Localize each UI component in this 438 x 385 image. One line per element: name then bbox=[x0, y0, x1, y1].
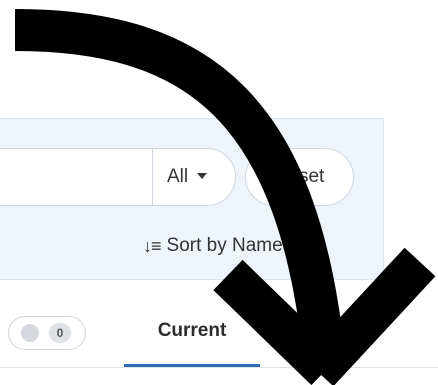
tab-current-label: Current bbox=[157, 320, 227, 341]
tabs-row: 0 Current Archived bbox=[0, 296, 438, 376]
divider bbox=[0, 367, 438, 368]
scope-dropdown-label: All bbox=[167, 166, 189, 187]
caret-down-icon bbox=[291, 243, 302, 249]
count-badge: 0 bbox=[49, 323, 71, 343]
page: All Reset ↓≡ Sort by Name 0 Current Arch… bbox=[0, 0, 438, 385]
sort-descending-icon: ↓≡ bbox=[143, 235, 161, 256]
sort-dropdown[interactable]: ↓≡ Sort by Name bbox=[143, 232, 302, 260]
tab-archived-label: Archived bbox=[300, 320, 374, 341]
scope-dropdown[interactable]: All bbox=[152, 148, 236, 206]
tab-current[interactable]: Current bbox=[124, 316, 260, 368]
tab-archived[interactable]: Archived bbox=[300, 316, 410, 356]
reset-button[interactable]: Reset bbox=[245, 148, 354, 206]
toggle-knob bbox=[21, 324, 39, 342]
search-input[interactable] bbox=[0, 148, 153, 206]
toggle-switch[interactable]: 0 bbox=[8, 316, 86, 350]
sort-label: Sort by Name bbox=[166, 235, 283, 256]
caret-down-icon bbox=[197, 173, 208, 179]
